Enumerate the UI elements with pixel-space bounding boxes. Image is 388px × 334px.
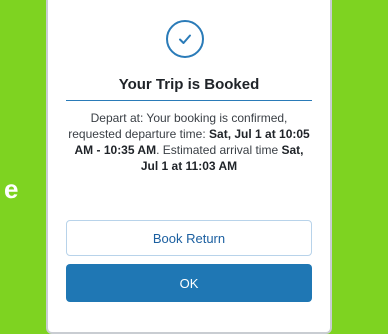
title-divider: [66, 100, 312, 101]
checkmark-icon: [179, 34, 191, 44]
booking-message: Depart at: Your booking is confirmed, re…: [66, 110, 312, 174]
booking-confirmation-dialog: Your Trip is Booked Depart at: Your book…: [46, 0, 332, 334]
background-text-fragment: e: [4, 174, 19, 204]
book-return-button[interactable]: Book Return: [66, 220, 312, 256]
dialog-title: Your Trip is Booked: [118, 76, 260, 93]
check-circle-icon: [166, 20, 204, 58]
ok-button[interactable]: OK: [66, 264, 312, 302]
message-middle: . Estimated arrival time: [156, 143, 282, 157]
